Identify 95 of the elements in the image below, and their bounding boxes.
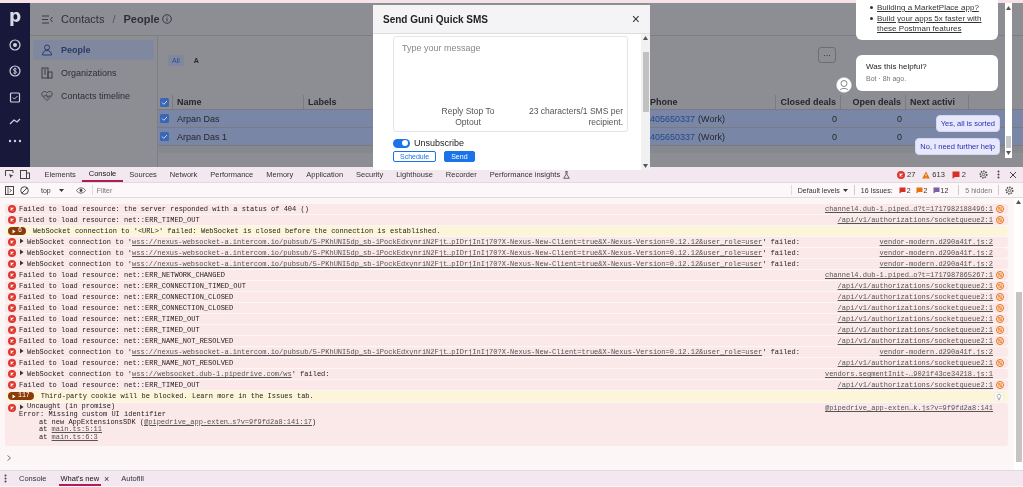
table-cell: Arpan Das	[177, 113, 220, 124]
person-icon	[41, 44, 53, 56]
more-icon[interactable]	[8, 139, 22, 143]
error-icon	[8, 359, 16, 367]
sidebar-collapse-icon[interactable]	[42, 14, 53, 24]
table-cell: Arpan Das 1	[177, 131, 228, 142]
chart-icon[interactable]	[9, 117, 21, 125]
app-logo: p	[8, 7, 22, 25]
table-cell: (Work)	[698, 113, 725, 124]
settings-icon[interactable]	[979, 170, 988, 179]
column-header[interactable]: Next activi	[910, 97, 956, 107]
column-header[interactable]: Labels	[308, 97, 337, 107]
table-cell: 0	[897, 113, 902, 124]
error-icon	[8, 337, 16, 345]
column-header[interactable]: Name	[177, 97, 202, 107]
table-cell: 0	[897, 131, 902, 142]
more-button[interactable]: ···	[818, 47, 836, 63]
error-icon	[8, 348, 16, 356]
modal-title: Send Guni Quick SMS	[383, 13, 488, 25]
scrollbar-thumb[interactable]	[1006, 136, 1011, 148]
close-button[interactable]: ×	[631, 12, 640, 26]
target-icon[interactable]	[9, 39, 21, 51]
checkbox[interactable]	[160, 132, 169, 141]
inspect-icon[interactable]	[5, 170, 14, 179]
close-icon[interactable]	[1009, 170, 1017, 179]
error-icon	[8, 271, 16, 279]
heart-icon	[41, 90, 53, 102]
sidebar-toggle-icon[interactable]	[5, 185, 14, 195]
issue-icon	[951, 170, 960, 179]
caret-icon	[842, 188, 848, 192]
sidebar-label: Organizations	[61, 68, 117, 78]
error-icon	[8, 404, 16, 412]
error-icon	[8, 304, 16, 312]
unsubscribe-toggle[interactable]	[393, 138, 410, 148]
column-header[interactable]: Phone	[650, 97, 678, 107]
scroll-up-icon[interactable]	[1016, 200, 1021, 204]
error-icon	[8, 326, 16, 334]
page-title: People	[123, 13, 160, 25]
character-counter: 23 characters/1 SMS per recipient.	[528, 106, 623, 128]
breadcrumb-link[interactable]: Contacts	[61, 13, 105, 25]
bot-avatar-icon	[836, 77, 852, 93]
article-link[interactable]: Building a MarketPlace app?	[877, 3, 979, 13]
vertical-scrollbar[interactable]	[1005, 3, 1012, 158]
scroll-up-icon[interactable]	[643, 36, 648, 40]
clear-console-icon[interactable]	[20, 185, 29, 195]
caret-icon	[58, 188, 64, 192]
sidebar-label: People	[61, 45, 91, 55]
table-cell: 0	[832, 113, 837, 124]
sidebar-item[interactable]: Contacts timeline	[33, 86, 154, 106]
error-icon	[8, 249, 16, 257]
error-icon	[8, 216, 16, 224]
bullet-icon	[870, 6, 873, 9]
error-icon	[8, 370, 16, 378]
article-link[interactable]: Build your apps 5x faster with these Postman features	[877, 14, 990, 34]
error-icon	[896, 170, 905, 179]
info-icon[interactable]	[161, 14, 172, 24]
bullet-icon	[870, 17, 873, 20]
error-icon	[8, 381, 16, 389]
vertical-scrollbar[interactable]	[641, 34, 650, 170]
eye-icon[interactable]	[75, 186, 86, 194]
device-toolbar-icon[interactable]	[20, 170, 30, 179]
message-field[interactable]: Type your message Reply Stop To Optout 23 characters/1 SMS per recipient.	[393, 36, 628, 132]
flask-icon	[563, 170, 571, 179]
scroll-down-icon[interactable]	[1006, 151, 1011, 155]
expand-arrow-icon[interactable]	[19, 370, 24, 376]
opt-out-text: Reply Stop To Optout	[440, 106, 496, 128]
expand-arrow-icon[interactable]	[19, 348, 24, 354]
more-options-icon[interactable]	[4, 474, 7, 483]
sidebar-item[interactable]: Organizations	[33, 63, 154, 83]
scroll-up-icon[interactable]	[1006, 6, 1011, 10]
toggle-label: Unsubscribe	[414, 138, 465, 148]
table-cell: 0	[832, 131, 837, 142]
sidebar-label: Contacts timeline	[61, 91, 131, 101]
building-icon	[41, 67, 53, 79]
column-header[interactable]: Open deals	[852, 97, 901, 107]
error-icon	[8, 315, 16, 323]
checkbox[interactable]	[160, 114, 169, 123]
error-icon	[8, 205, 16, 213]
breadcrumb-separator: /	[112, 13, 116, 25]
more-options-icon[interactable]	[997, 170, 1000, 179]
vertical-scrollbar[interactable]	[1014, 198, 1023, 470]
error-icon	[8, 282, 16, 290]
error-icon	[8, 238, 16, 246]
error-icon	[8, 260, 16, 268]
settings-icon[interactable]	[1005, 185, 1015, 195]
checkbox[interactable]	[160, 97, 169, 107]
warning-icon	[922, 170, 931, 179]
error-icon	[8, 293, 16, 301]
dollar-icon[interactable]	[9, 65, 21, 77]
close-tab-button[interactable]: ×	[104, 473, 110, 484]
prompt-icon[interactable]	[7, 455, 11, 461]
table-cell: (Work)	[698, 131, 725, 142]
checklist-icon[interactable]	[9, 91, 21, 103]
message-text: Was this helpful?	[866, 62, 928, 71]
column-header[interactable]: Closed deals	[780, 97, 836, 107]
